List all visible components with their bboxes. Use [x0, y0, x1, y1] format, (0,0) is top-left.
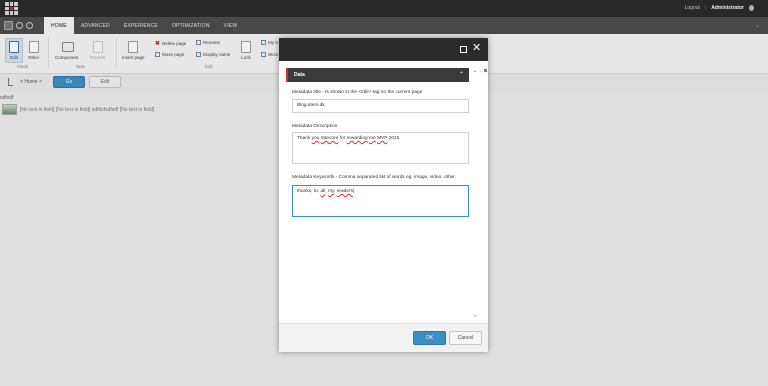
metadata-title-input[interactable]: Blog.stem.dk — [292, 99, 469, 113]
dialog-footer: OK Cancel — [279, 323, 488, 352]
expand-icon[interactable] — [484, 69, 488, 72]
scrollbar[interactable]: ▴ ▾ — [474, 68, 478, 318]
scroll-down-icon[interactable]: ▾ — [474, 313, 476, 318]
cancel-button[interactable]: Cancel — [449, 331, 482, 345]
metadata-title-label: Metadata title - Is shown in the <title>… — [292, 90, 423, 95]
side-marks: – — [480, 68, 488, 73]
metadata-description-label: Metadata Description — [292, 124, 338, 129]
dialog-body: Data ⌃ ▴ ▾ – Metadata title - Is shown i… — [284, 61, 488, 323]
dialog-header: ✕ — [279, 38, 488, 61]
metadata-keywords-label: Metadata Keywords - Comma separated list… — [292, 175, 455, 180]
ok-button[interactable]: OK — [413, 331, 446, 345]
section-header[interactable]: Data ⌃ — [286, 68, 469, 82]
metadata-dialog: ✕ Data ⌃ ▴ ▾ – Metadata title - Is shown… — [279, 38, 488, 352]
maximize-icon[interactable] — [460, 46, 467, 53]
scroll-up-icon[interactable]: ▴ — [474, 68, 476, 73]
metadata-keywords-input[interactable]: thanks, to, all, my, readers| — [292, 185, 469, 217]
metadata-description-input[interactable]: Thank you Sitecore for rewarding me MVP … — [292, 132, 469, 164]
close-icon[interactable]: ✕ — [472, 42, 481, 54]
section-title: Data — [294, 72, 305, 78]
collapse-icon[interactable]: – — [480, 68, 482, 73]
collapse-caret-icon[interactable]: ⌃ — [459, 71, 464, 78]
